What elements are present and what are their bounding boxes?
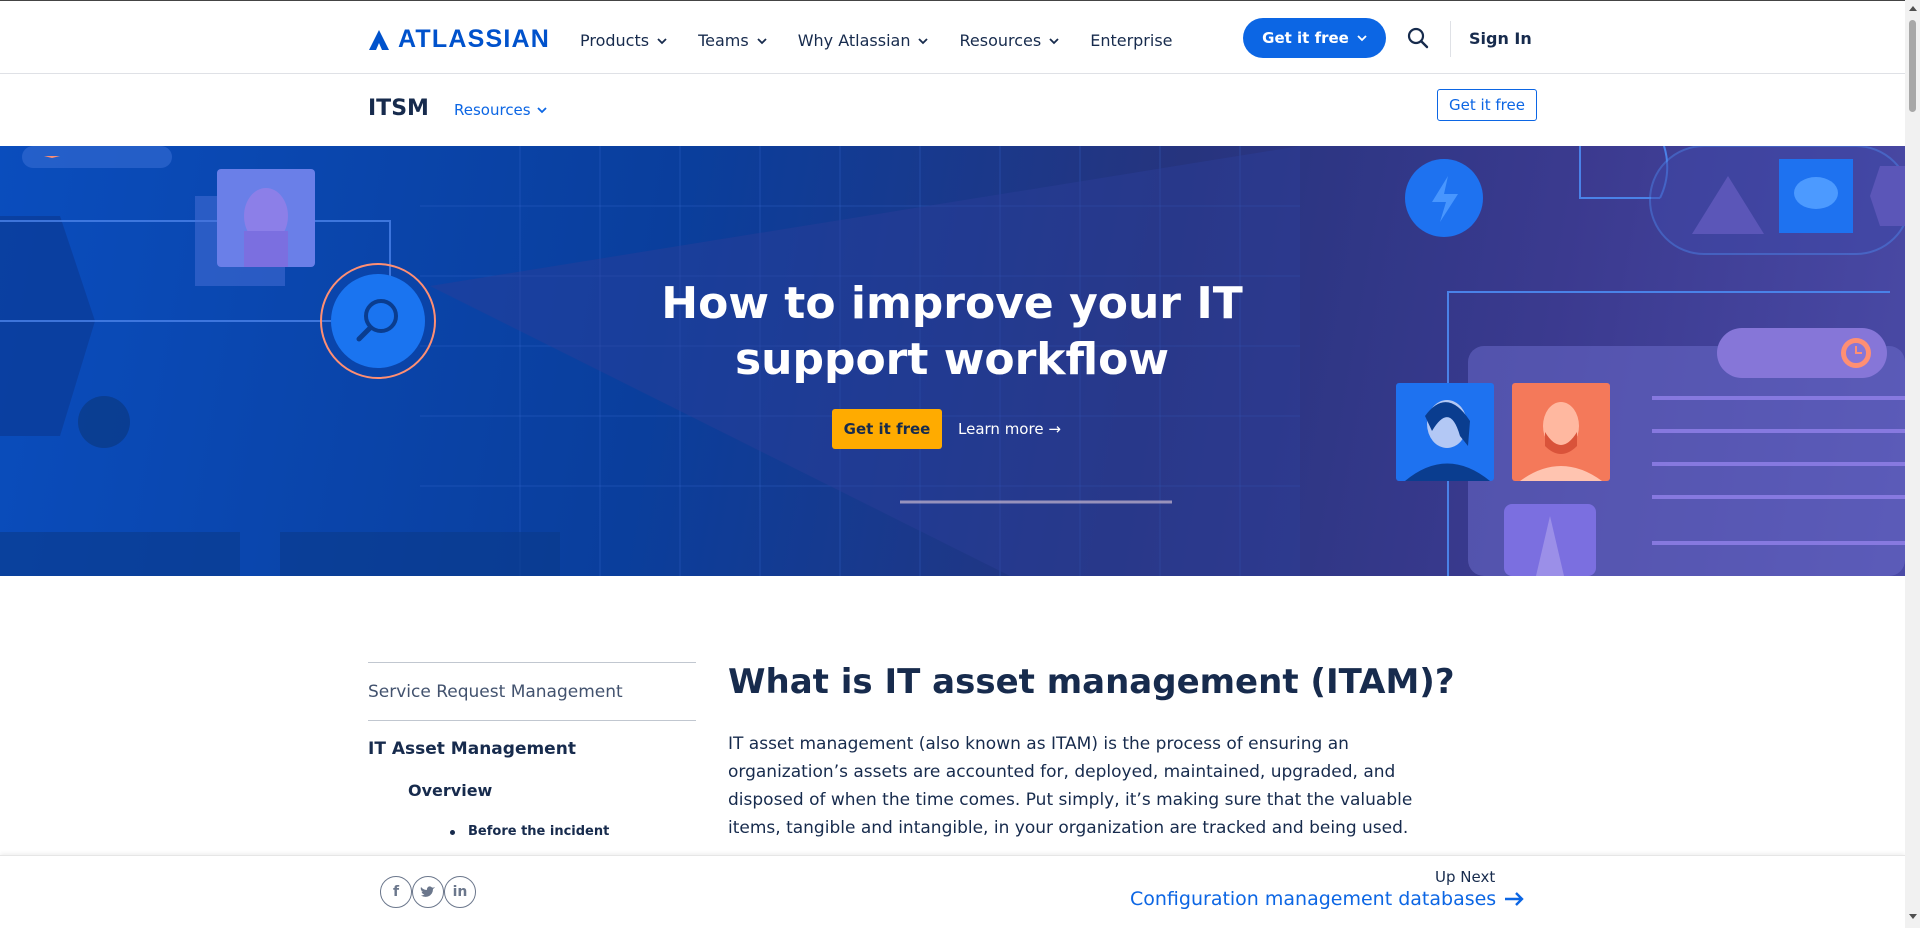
nav-item-label: Teams	[698, 31, 749, 50]
nav-item-resources[interactable]: Resources	[959, 31, 1059, 50]
article-title: What is IT asset management (ITAM)?	[728, 662, 1455, 702]
hero-banner: How to improve your IT support workflow …	[0, 146, 1905, 576]
twitter-icon	[420, 886, 435, 897]
brand-name: ATLASSIAN	[398, 25, 550, 53]
subnav-title[interactable]: ITSM	[368, 96, 429, 121]
search-button[interactable]	[1406, 26, 1430, 50]
atlassian-logo[interactable]: ATLASSIAN	[368, 25, 550, 54]
subnav-resources-menu[interactable]: Resources	[454, 101, 547, 119]
top-navigation: ATLASSIAN Products Teams Why Atlassian R…	[0, 0, 1905, 74]
chevron-down-icon	[1049, 37, 1059, 44]
atlassian-logo-icon	[369, 29, 389, 50]
chevron-down-icon	[757, 37, 767, 44]
arrow-right-icon	[1505, 892, 1524, 906]
chevron-down-icon	[536, 107, 547, 114]
sidebar-subitem-overview[interactable]: Overview	[368, 769, 696, 810]
facebook-icon: f	[392, 884, 400, 900]
product-subnav: ITSM Resources Get it free	[0, 74, 1905, 146]
twitter-share-button[interactable]	[412, 876, 444, 908]
up-next-title: Configuration management databases	[1130, 888, 1497, 910]
hero-title: How to improve your IT support workflow	[661, 278, 1243, 385]
nav-item-products[interactable]: Products	[580, 31, 667, 50]
chevron-down-icon	[918, 37, 929, 44]
article-paragraph: IT asset management (also known as ITAM)…	[728, 734, 1413, 838]
facebook-share-button[interactable]: f	[380, 876, 412, 908]
scroll-down-arrow-icon[interactable]	[1909, 914, 1917, 919]
nav-divider	[1450, 21, 1451, 57]
subnav-resources-label: Resources	[454, 101, 531, 119]
nav-item-label: Why Atlassian	[797, 31, 911, 50]
nav-item-label: Enterprise	[1090, 31, 1173, 50]
nav-item-why-atlassian[interactable]: Why Atlassian	[798, 31, 929, 50]
sign-in-link[interactable]: Sign In	[1469, 29, 1532, 48]
subnav-get-it-free-button[interactable]: Get it free	[1437, 89, 1537, 121]
scroll-up-arrow-icon[interactable]	[1909, 6, 1917, 11]
up-next-label: Up Next	[1435, 868, 1496, 886]
nav-item-teams[interactable]: Teams	[698, 31, 767, 50]
chevron-down-icon	[657, 37, 667, 44]
chevron-down-icon	[1357, 35, 1367, 42]
linkedin-share-button[interactable]: in	[444, 876, 476, 908]
get-it-free-label: Get it free	[1262, 29, 1349, 47]
nav-item-enterprise[interactable]: Enterprise	[1090, 31, 1172, 50]
hero-learn-more-link[interactable]: Learn more →	[958, 420, 1061, 438]
nav-item-label: Products	[580, 31, 650, 50]
search-icon	[1407, 27, 1429, 49]
social-share: f in	[380, 876, 476, 908]
nav-item-label: Resources	[959, 31, 1042, 50]
sidebar-item-it-asset-management[interactable]: IT Asset Management	[368, 721, 696, 769]
main-menu: Products Teams Why Atlassian Resources E…	[580, 31, 1204, 50]
article-sidebar: Service Request Management IT Asset Mana…	[368, 662, 696, 839]
up-next-link[interactable]: Configuration management databases	[1130, 888, 1524, 910]
get-it-free-button[interactable]: Get it free	[1243, 18, 1386, 58]
bottom-sticky-bar: f in Up Next Configuration management da…	[0, 855, 1905, 928]
page-scrollbar[interactable]	[1905, 0, 1920, 928]
sidebar-bullet-before-the-incident[interactable]: Before the incident	[368, 810, 696, 839]
linkedin-icon: in	[452, 884, 468, 900]
sidebar-item-service-request-management[interactable]: Service Request Management	[368, 663, 696, 720]
scrollbar-thumb[interactable]	[1909, 20, 1916, 112]
hero-get-it-free-button[interactable]: Get it free	[832, 409, 942, 449]
